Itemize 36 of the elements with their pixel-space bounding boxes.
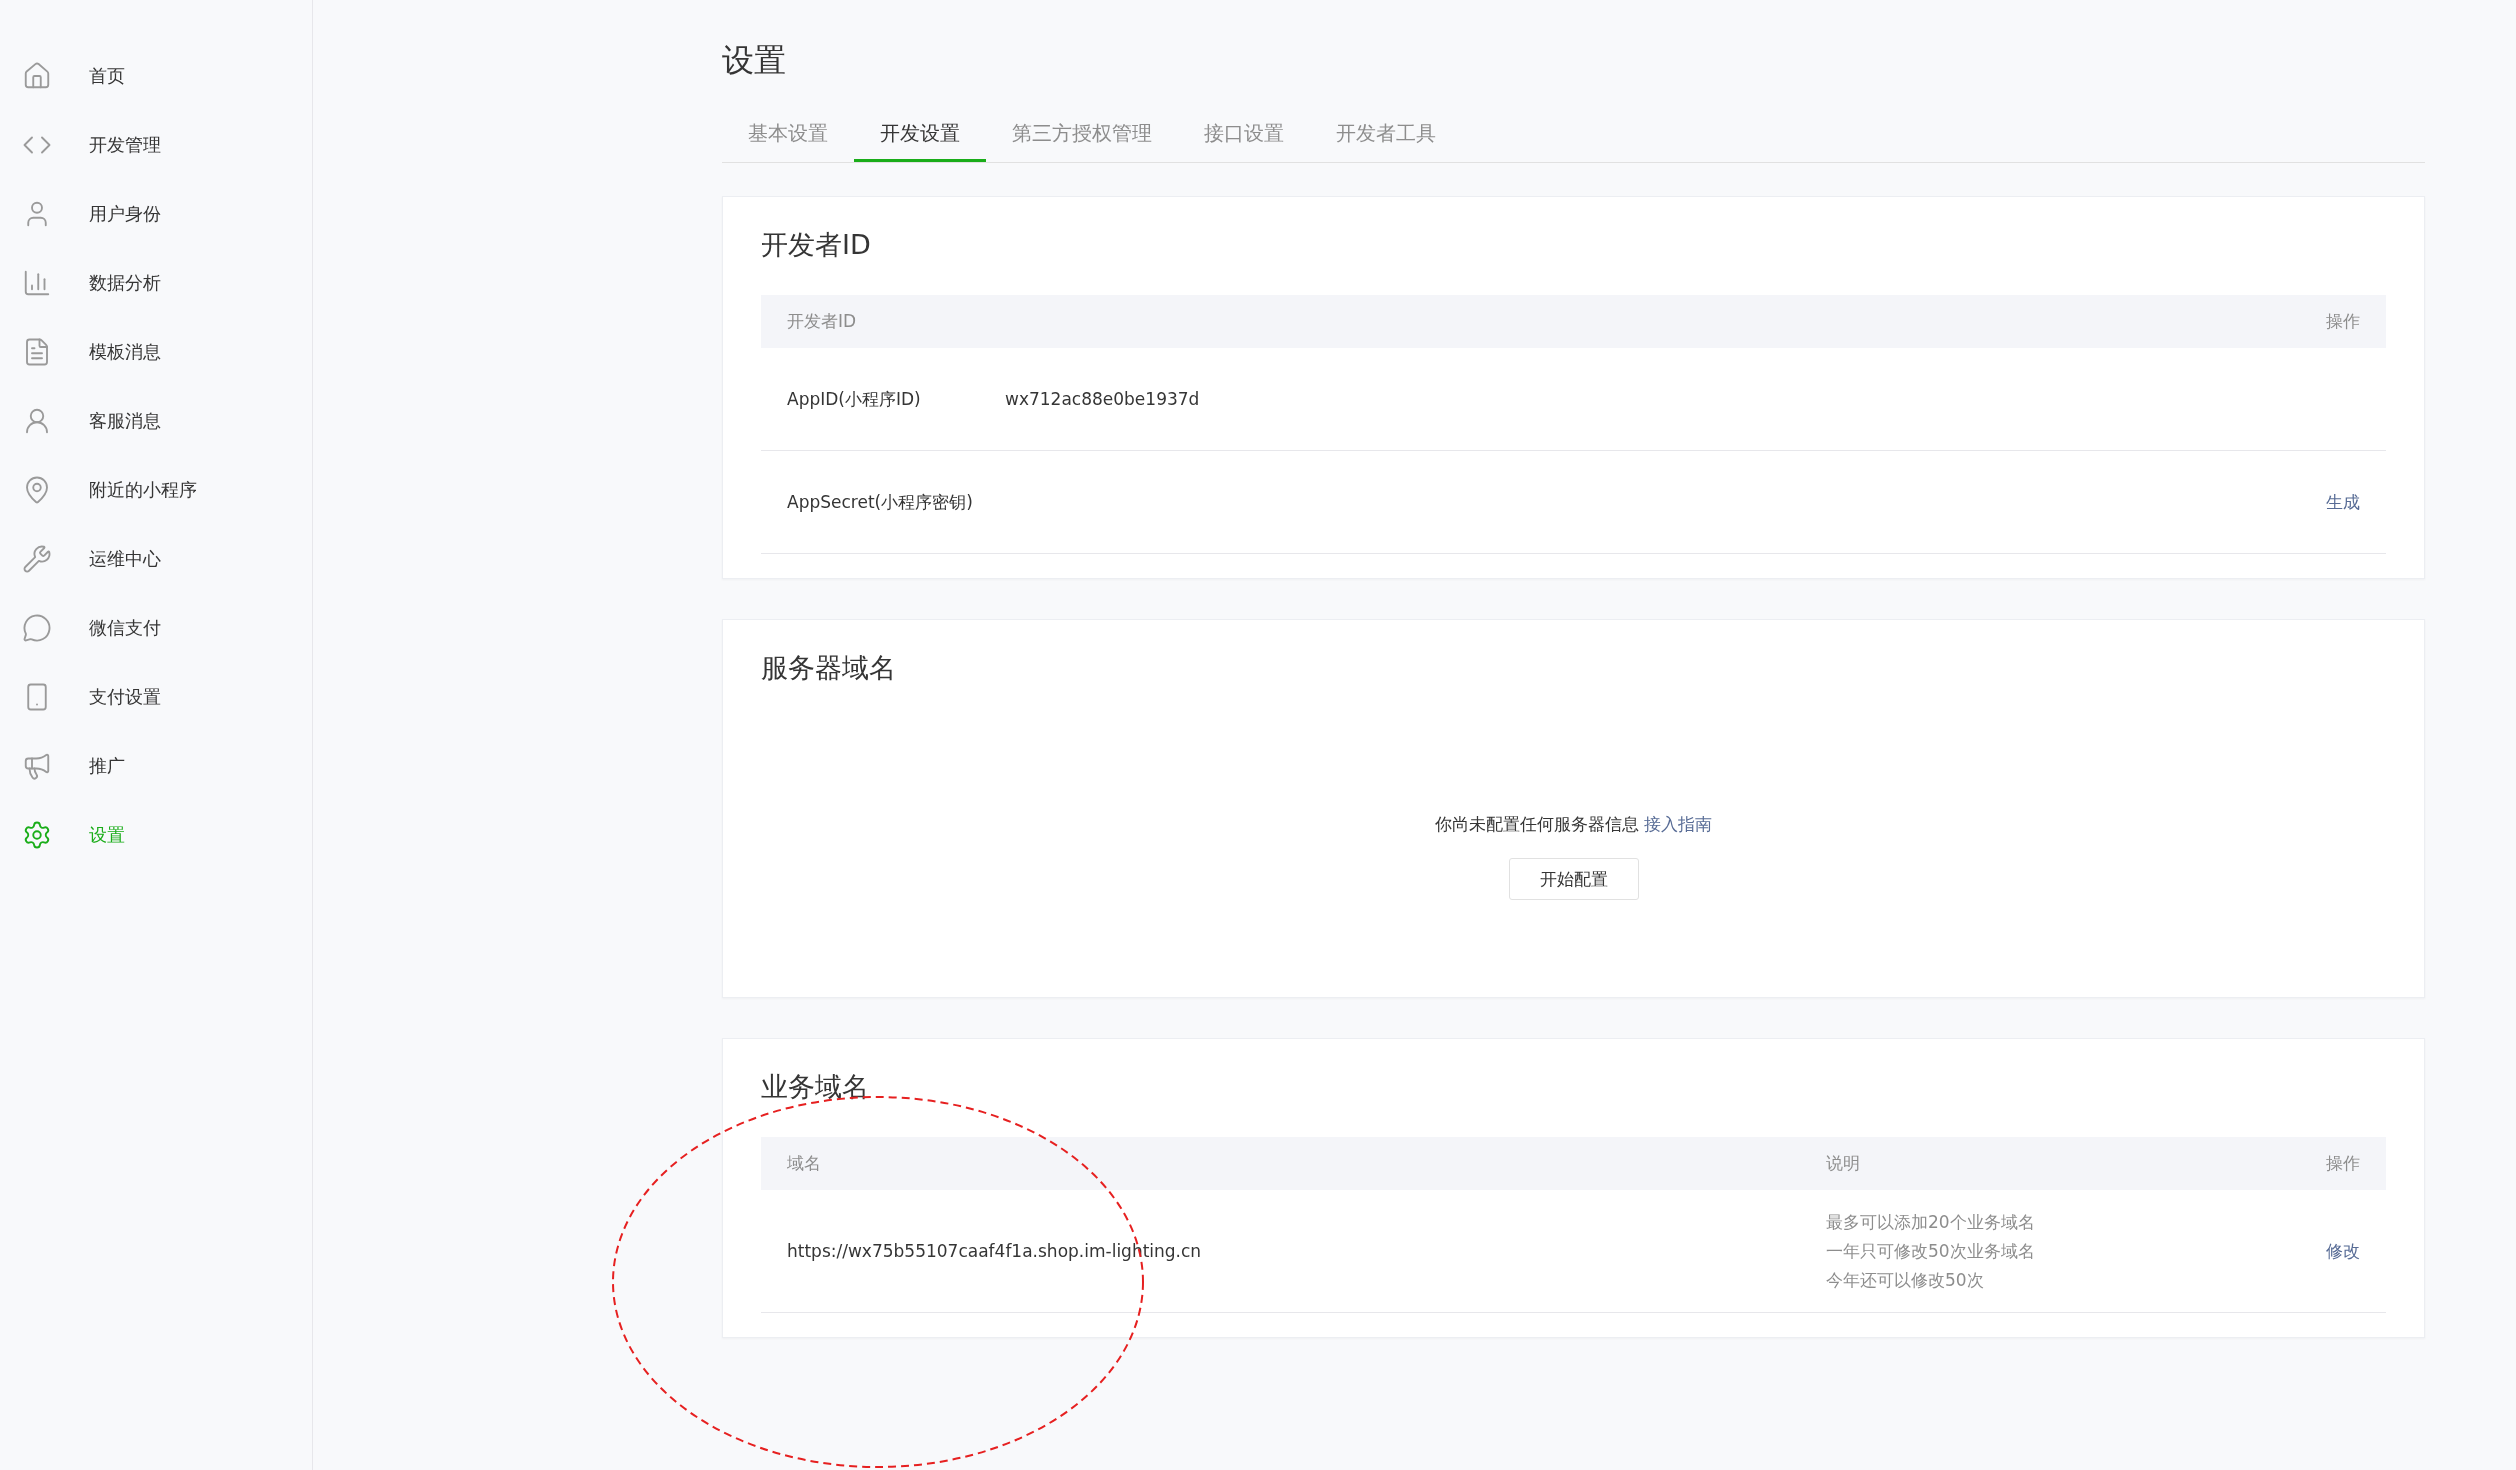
empty-message: 你尚未配置任何服务器信息 接入指南: [1434, 813, 1713, 836]
column-header: 开发者ID: [787, 310, 858, 333]
sidebar-item[interactable]: 运维中心: [0, 524, 312, 593]
table-cell-text: AppID(小程序ID): [787, 387, 922, 411]
sidebar-item[interactable]: 支付设置: [0, 662, 312, 731]
guide-link[interactable]: 接入指南: [1644, 814, 1713, 834]
sidebar-item[interactable]: 客服消息: [0, 386, 312, 455]
sidebar-item[interactable]: 用户身份: [0, 179, 312, 248]
sidebar-item[interactable]: 数据分析: [0, 248, 312, 317]
sidebar-item[interactable]: 微信支付: [0, 593, 312, 662]
sidebar-item[interactable]: 开发管理: [0, 110, 312, 179]
note-text: 最多可以添加20个业务域名: [1826, 1210, 2036, 1234]
table-cell-text: https://wx75b55107caaf4f1a.shop.im-lighting.cn: [787, 1241, 1203, 1261]
table-cell: wx712ac88e0be1937d: [1005, 389, 1200, 409]
note-text: 一年只可修改50次业务域名: [1826, 1239, 2036, 1263]
column-header: 操作: [2326, 1152, 2360, 1175]
note-text: 今年还可以修改50次: [1826, 1268, 1985, 1292]
tab[interactable]: 开发设置: [854, 108, 986, 162]
page-title: 设置: [722, 40, 787, 81]
sidebar-item[interactable]: 附近的小程序: [0, 455, 312, 524]
start-config-button[interactable]: 开始配置: [1508, 858, 1639, 900]
column-header: 操作: [2326, 310, 2360, 333]
generate-link[interactable]: 生成: [2326, 490, 2360, 514]
table-cell-text: AppSecret(小程序密钥): [787, 490, 974, 514]
sidebar-item[interactable]: 推广: [0, 731, 312, 800]
edit-link[interactable]: 修改: [2326, 1239, 2360, 1263]
column-header: 域名: [787, 1152, 822, 1175]
wrench-icon: [22, 543, 52, 574]
sidebar-item[interactable]: 首页: [0, 41, 312, 110]
card-title: 开发者ID: [761, 228, 872, 262]
home-icon: [22, 60, 52, 91]
column-header: 说明: [1826, 1152, 1861, 1175]
card-title: 业务域名: [761, 1070, 870, 1104]
sidebar-item[interactable]: 模板消息: [0, 317, 312, 386]
card-title: 服务器域名: [761, 651, 897, 685]
settings-icon: [22, 819, 52, 850]
